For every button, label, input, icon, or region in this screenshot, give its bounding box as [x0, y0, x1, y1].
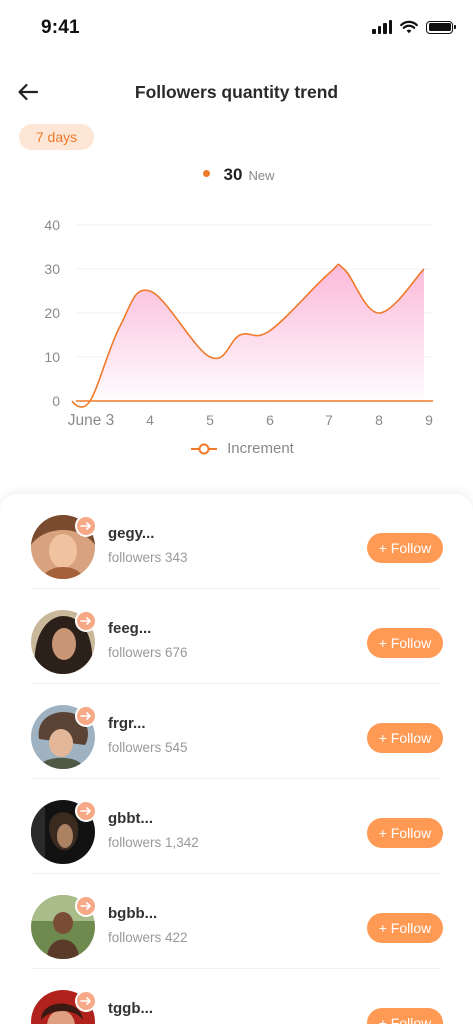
list-item[interactable]: bgbb... followers 422 + Follow [31, 874, 443, 969]
avatar-badge-icon [75, 610, 97, 632]
battery-icon [426, 20, 456, 34]
user-name: bgbb... [108, 905, 158, 922]
status-time: 9:41 [41, 17, 80, 38]
status-icons [372, 20, 456, 34]
user-followers-count: followers 343 [108, 550, 188, 565]
x-tick-label: 9 [425, 412, 433, 428]
follow-button[interactable]: + Follow [367, 818, 443, 848]
avatar-badge-icon [75, 515, 97, 537]
list-item[interactable]: gbbt... followers 1,342 + Follow [31, 779, 443, 874]
user-name: gegy... [108, 525, 155, 542]
new-followers-summary: 30 New [0, 165, 473, 185]
increment-area [72, 264, 424, 407]
x-tick-label: 8 [375, 412, 383, 428]
user-name: feeg... [108, 620, 152, 637]
nav-bar: Followers quantity trend [0, 70, 473, 114]
list-item[interactable]: gegy... followers 343 + Follow [31, 494, 443, 589]
x-tick-label: 7 [325, 412, 333, 428]
wifi-icon [400, 20, 418, 34]
legend-line-marker-icon [191, 443, 218, 454]
avatar-badge-icon [75, 895, 97, 917]
followers-list: gegy... followers 343 + Follow feeg... f… [0, 494, 473, 1024]
follow-button[interactable]: + Follow [367, 628, 443, 658]
y-tick-label: 10 [44, 349, 60, 365]
follow-button[interactable]: + Follow [367, 533, 443, 563]
y-tick-label: 30 [44, 261, 60, 277]
y-tick-label: 40 [44, 217, 60, 233]
summary-label: New [248, 168, 275, 183]
list-item[interactable]: feeg... followers 676 + Follow [31, 589, 443, 684]
user-followers-count: followers 422 [108, 930, 188, 945]
page-title: Followers quantity trend [134, 82, 339, 102]
x-tick-label: 4 [146, 412, 154, 428]
list-item[interactable]: frgr... followers 545 + Follow [31, 684, 443, 779]
summary-dot-icon [202, 170, 210, 177]
x-tick-label: June 3 [68, 412, 115, 429]
user-name: frgr... [108, 715, 146, 732]
user-followers-count: followers 1,342 [108, 835, 199, 850]
y-tick-label: 0 [52, 393, 60, 409]
summary-value: 30 [223, 165, 243, 184]
list-item[interactable]: tggb... + Follow [31, 969, 443, 1024]
user-name: tggb... [108, 1000, 153, 1017]
legend-label: Increment [227, 440, 294, 457]
x-tick-label: 5 [206, 412, 214, 428]
x-tick-label: 6 [266, 412, 274, 428]
user-followers-count: followers 676 [108, 645, 188, 660]
avatar-badge-icon [75, 990, 97, 1012]
signal-icon [372, 20, 392, 34]
follow-button[interactable]: + Follow [367, 1008, 443, 1024]
avatar-badge-icon [75, 800, 97, 822]
y-tick-label: 20 [44, 305, 60, 321]
follow-button[interactable]: + Follow [367, 723, 443, 753]
followers-trend-chart: 0 10 20 30 40 June 3 4 5 6 7 8 9 [44, 217, 433, 429]
follow-button[interactable]: + Follow [367, 913, 443, 943]
user-name: gbbt... [108, 810, 153, 827]
avatar-badge-icon [75, 705, 97, 727]
period-filter-chip[interactable]: 7 days [19, 124, 94, 150]
status-bar: 9:41 [0, 0, 473, 56]
chart-legend: Increment [0, 440, 473, 457]
user-followers-count: followers 545 [108, 740, 188, 755]
